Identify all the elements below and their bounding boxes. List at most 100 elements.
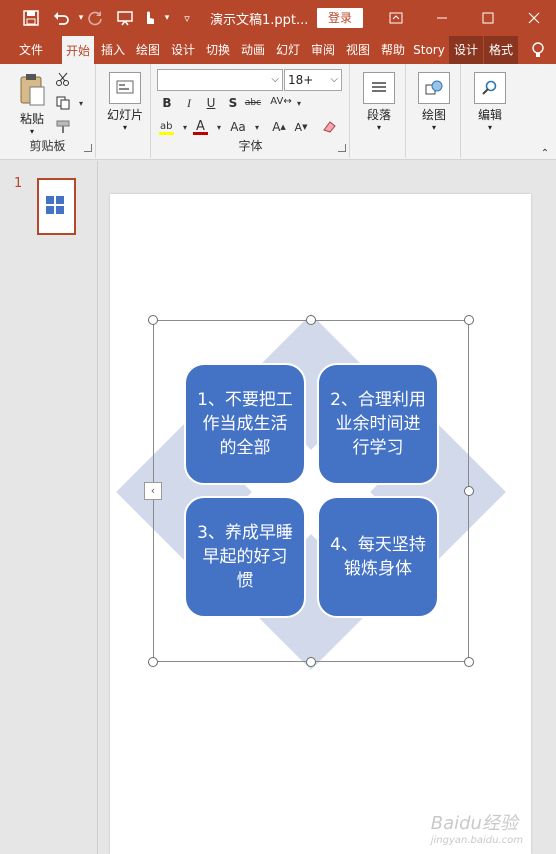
ribbon-tabs: 文件 开始 插入 绘图 设计 切换 动画 幻灯 审阅 视图 帮助 Story 设计 格式 (0, 36, 556, 66)
close-icon[interactable] (522, 6, 546, 30)
resize-handle[interactable] (306, 657, 316, 667)
tab-1[interactable]: 开始 (62, 36, 94, 66)
paragraph-button[interactable]: 段落 ▾ (359, 72, 399, 132)
tab-7[interactable]: 幻灯 (271, 36, 305, 64)
login-button[interactable]: 登录 (317, 8, 363, 28)
resize-handle[interactable] (306, 315, 316, 325)
drawing-label: 绘图 (421, 108, 446, 122)
chevron-down-icon: ⌵ (271, 74, 279, 85)
font-size-combo[interactable]: 18+ ⌵ (284, 69, 342, 91)
paste-label: 粘贴 (19, 112, 44, 126)
paste-button[interactable]: 粘贴 ▾ (14, 72, 50, 136)
tab-3[interactable]: 绘图 (131, 36, 165, 64)
font-size-value: 18+ (288, 73, 314, 87)
selection-frame (153, 320, 469, 662)
grow-font-icon[interactable]: A ▲ (270, 118, 288, 136)
paste-icon (18, 72, 46, 108)
resize-handle[interactable] (464, 315, 474, 325)
drawing-dropdown-icon[interactable]: ▾ (414, 123, 454, 132)
cut-icon[interactable] (54, 70, 72, 88)
tab-5[interactable]: 切换 (201, 36, 235, 64)
customize-icon[interactable]: ▿ (176, 7, 198, 29)
clear-formatting-icon[interactable] (320, 118, 338, 136)
drawing-group: 绘图 ▾ (407, 64, 461, 158)
svg-text:ab: ab (160, 121, 172, 132)
slide-thumbnail[interactable] (37, 178, 76, 235)
bold-icon[interactable]: B (158, 94, 176, 112)
paragraph-dropdown-icon[interactable]: ▾ (359, 123, 399, 132)
ribbon-display-icon[interactable] (384, 6, 408, 30)
paragraph-group: 段落 ▾ (351, 64, 406, 158)
shapes-icon (418, 72, 450, 104)
paste-dropdown-icon[interactable]: ▾ (14, 127, 50, 136)
font-name-combo[interactable]: ⌵ (157, 69, 283, 91)
slides-group: 幻灯片 ▾ (97, 64, 151, 158)
clipboard-label: 剪贴板 (29, 139, 66, 153)
tab-11[interactable]: Story (411, 36, 447, 64)
tab-9[interactable]: 视图 (341, 36, 375, 64)
present-icon[interactable] (114, 7, 136, 29)
paragraph-icon (363, 72, 395, 104)
char-spacing-dropdown-icon[interactable]: ▾ (290, 94, 308, 112)
editing-button[interactable]: 编辑 ▾ (470, 72, 510, 132)
font-launcher-icon[interactable] (338, 144, 346, 152)
slide[interactable]: 1、不要把工作当成生活的全部 2、合理利用业余时间进行学习 3、养成早睡早起的好… (110, 194, 531, 854)
redo-icon[interactable] (84, 7, 106, 29)
font-color-icon[interactable]: A (192, 118, 210, 136)
resize-handle[interactable] (148, 315, 158, 325)
change-case-icon[interactable]: Aa (226, 118, 250, 136)
tab-0[interactable]: 文件 (4, 36, 58, 64)
editing-label: 编辑 (477, 108, 502, 122)
thumb-shape (46, 196, 54, 204)
editing-group: 编辑 ▾ (462, 64, 518, 158)
strikethrough-icon[interactable]: abc (244, 94, 262, 112)
italic-icon[interactable]: I (180, 94, 198, 112)
change-case-dropdown-icon[interactable]: ▾ (248, 118, 266, 136)
tab-6[interactable]: 动画 (236, 36, 270, 64)
font-label: 字体 (238, 139, 263, 153)
tab-8[interactable]: 审阅 (306, 36, 340, 64)
font-group: ⌵ 18+ ⌵ B I U S abc AV↔ ▾ ab ▾ A ▾ Aa ▾ … (152, 64, 350, 158)
tab-10[interactable]: 帮助 (376, 36, 410, 64)
undo-icon[interactable] (50, 7, 72, 29)
svg-text:A: A (196, 119, 205, 134)
slides-dropdown-icon[interactable]: ▾ (104, 123, 146, 132)
collapse-ribbon-icon[interactable]: ⌃ (536, 144, 554, 162)
save-icon[interactable] (20, 7, 42, 29)
copy-icon[interactable] (54, 94, 72, 112)
thumb-shape (46, 206, 54, 214)
watermark-main: Baidu经验 (430, 813, 518, 834)
resize-handle[interactable] (148, 657, 158, 667)
shadow-icon[interactable]: S (224, 94, 242, 112)
touch-dropdown-icon[interactable]: ▾ (156, 7, 178, 29)
chevron-down-icon: ⌵ (330, 74, 338, 85)
tab-12[interactable]: 设计 (449, 36, 483, 64)
shrink-font-icon[interactable]: A ▼ (292, 118, 310, 136)
watermark: Baidu经验 jingyan.baidu.com (431, 809, 523, 846)
maximize-icon[interactable] (476, 6, 500, 30)
copy-dropdown-icon[interactable]: ▾ (72, 94, 90, 112)
tab-4[interactable]: 设计 (166, 36, 200, 64)
slides-button[interactable]: 幻灯片 ▾ (104, 72, 146, 132)
ribbon: 粘贴 ▾ ▾ 剪贴板 幻灯片 ▾ ⌵ 18+ ⌵ B I U S abc AV↔… (0, 64, 556, 160)
drawing-button[interactable]: 绘图 ▾ (414, 72, 454, 132)
resize-handle[interactable] (464, 657, 474, 667)
thumb-shape (56, 206, 64, 214)
slide-thumbnails-panel: 1 (0, 161, 98, 854)
slides-icon (109, 72, 141, 104)
text-pane-toggle-icon[interactable]: ‹ (144, 482, 162, 500)
editing-canvas: 1、不要把工作当成生活的全部 2、合理利用业余时间进行学习 3、养成早睡早起的好… (99, 161, 556, 854)
lightbulb-icon[interactable] (526, 38, 550, 62)
underline-icon[interactable]: U (202, 94, 220, 112)
highlight-icon[interactable]: ab (158, 118, 176, 136)
editing-dropdown-icon[interactable]: ▾ (470, 123, 510, 132)
paragraph-label: 段落 (366, 108, 391, 122)
format-painter-icon[interactable] (54, 118, 72, 136)
minimize-icon[interactable] (430, 6, 454, 30)
resize-handle[interactable] (464, 486, 474, 496)
slides-label: 幻灯片 (106, 108, 143, 122)
tab-2[interactable]: 插入 (96, 36, 130, 64)
tab-13[interactable]: 格式 (484, 36, 518, 64)
clipboard-launcher-icon[interactable] (84, 144, 92, 152)
search-icon (474, 72, 506, 104)
